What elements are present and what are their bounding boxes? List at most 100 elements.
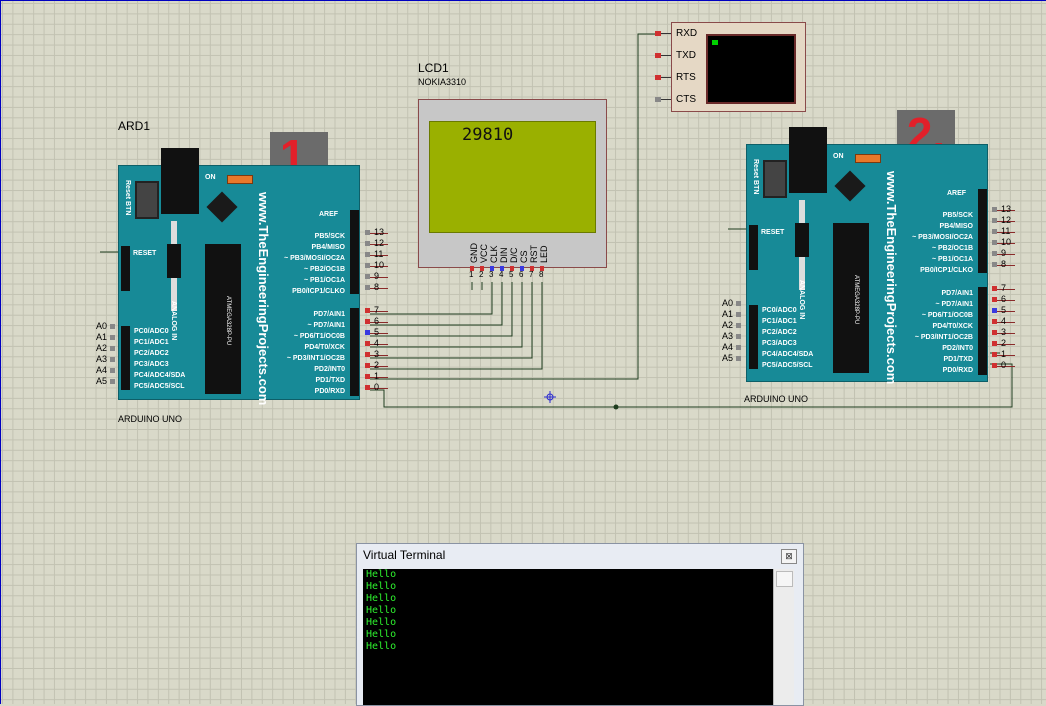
close-icon[interactable]: ⊠	[781, 549, 797, 564]
digital-pin-number: 1	[374, 371, 380, 381]
lcd-pin-number: 4	[499, 270, 504, 279]
board-url: www.TheEngineeringProjects.com	[884, 171, 899, 385]
analog-pin-label: PC0/ADC0	[134, 328, 169, 335]
digital-pin-number: 4	[374, 338, 380, 348]
pin-marker[interactable]	[736, 356, 741, 361]
pin-marker[interactable]	[736, 345, 741, 350]
digital-pin-label: ~ PD7/AIN1	[935, 301, 973, 308]
analog-pin-name: A5	[722, 353, 734, 363]
digital-pin-label: ~ PD6/T1/OC0B	[921, 312, 973, 319]
wire-clk	[370, 282, 493, 315]
terminal-scrollbar[interactable]	[773, 569, 794, 705]
ard1-ref: ARD1	[118, 119, 151, 133]
lcd-ref: LCD1	[418, 61, 449, 75]
digital-pin-label: PB4/MISO	[311, 244, 345, 251]
serial-pin-label: RXD	[676, 28, 698, 39]
analog-pin-name: A3	[722, 331, 734, 341]
usb-chip	[206, 191, 238, 223]
aref-label: AREF	[319, 211, 339, 218]
lcd-screen: 29810	[429, 121, 596, 233]
lcd-model: NOKIA3310	[418, 77, 467, 87]
lcd-component[interactable]: 29810 GND VCC CLK DIN D/C CS RST LED	[418, 99, 607, 268]
digital-pin-number: 0	[1001, 360, 1007, 370]
digital-pin-number: 9	[1001, 248, 1007, 258]
pin-marker[interactable]	[736, 323, 741, 328]
lcd-pin-label: VCC	[479, 243, 489, 263]
terminal-line: Hello	[366, 617, 397, 628]
diode	[795, 223, 809, 257]
digital-pin-label: ~ PD7/AIN1	[307, 322, 345, 329]
digital-header-bottom	[350, 308, 359, 396]
pin-marker[interactable]	[110, 357, 115, 362]
analog-pin-label: PC1/ADC1	[762, 318, 797, 325]
digital-pin-label: PB4/MISO	[939, 223, 973, 230]
digital-pin-number: 12	[374, 238, 385, 248]
analog-pin-name: A4	[722, 342, 734, 352]
analog-header	[749, 305, 758, 369]
digital-pin-number: 11	[374, 249, 384, 259]
on-label: ON	[833, 153, 844, 160]
pin-marker[interactable]	[110, 379, 115, 384]
analog-pin-label: PC5/ADC5/SCL	[134, 383, 185, 390]
digital-pin-number: 2	[1001, 338, 1007, 348]
digital-pin-label: PD1/TXD	[943, 356, 973, 363]
lcd-pin-label: D/C	[509, 247, 519, 264]
pin-marker[interactable]	[110, 335, 115, 340]
usb-chip	[834, 170, 866, 202]
reset-label: RESET	[133, 250, 157, 257]
analog-pin-name: A0	[96, 321, 108, 331]
digital-pin-label: ~ PB1/OC1A	[303, 277, 345, 284]
analog-pin-name: A2	[722, 320, 734, 330]
digital-pin-number: 4	[1001, 316, 1007, 326]
analog-pin-name: A1	[722, 309, 734, 319]
serial-pin-line	[661, 33, 671, 34]
power-jack	[161, 148, 199, 214]
analog-pin-label: PC4/ADC4/SDA	[762, 351, 814, 358]
reset-btn-label: Reset BTN	[124, 180, 131, 216]
chip-label: ATMEGA328P-PU	[225, 296, 231, 346]
lcd-pin-number: 5	[509, 270, 514, 279]
digital-pin-label: PD7/AIN1	[313, 311, 345, 318]
lcd-pin-label: CLK	[489, 245, 499, 263]
digital-pin-number: 13	[1001, 204, 1012, 214]
arduino-board-1[interactable]: Reset BTN ON ATMEGA328P-PU RESET PC0/ADC0 PC1…	[118, 148, 360, 405]
virtual-terminal-window[interactable]: Virtual Terminal ⊠ Hello Hello Hello Hello H…	[356, 543, 804, 706]
digital-pin-label: PB0/ICP1/CLKO	[920, 267, 973, 274]
terminal-output[interactable]: Hello Hello Hello Hello Hello Hello Hello	[363, 569, 773, 705]
ard1-type: ARDUINO UNO	[118, 414, 183, 424]
aref-label: AREF	[947, 190, 967, 197]
serial-pin-line	[661, 55, 671, 56]
digital-pin-label: PD2/INT0	[942, 345, 973, 352]
terminal-title: Virtual Terminal	[363, 548, 446, 562]
lcd-pin-number: 2	[479, 270, 484, 279]
serial-led-icon	[712, 40, 718, 45]
arduino-board-2[interactable]: Reset BTN ON ATMEGA328P-PU RESET PC0/ADC0 PC1…	[746, 127, 988, 385]
digital-pin-label: ~ PB2/OC1B	[931, 245, 973, 252]
scroll-up-icon[interactable]	[776, 571, 793, 587]
digital-pin-number: 3	[374, 349, 380, 359]
wire-junction	[613, 404, 619, 410]
analog-pin-label: PC2/ADC2	[762, 329, 797, 336]
lcd-pin-number: 1	[469, 270, 474, 279]
reset-button[interactable]	[763, 160, 787, 198]
pin-marker[interactable]	[736, 301, 741, 306]
pin-marker[interactable]	[736, 312, 741, 317]
analog-pin-label: PC3/ADC3	[762, 340, 797, 347]
pin-marker[interactable]	[110, 346, 115, 351]
digital-pin-number: 8	[1001, 259, 1007, 269]
digital-header-top	[350, 210, 359, 294]
serial-pin-line	[661, 77, 671, 78]
digital-pin-label: PD7/AIN1	[941, 290, 973, 297]
lcd-pin-label: DIN	[499, 247, 509, 264]
lcd-pin-label: LED	[539, 245, 549, 263]
pin-marker[interactable]	[736, 334, 741, 339]
digital-pin-label: PD0/RXD	[314, 388, 345, 395]
pin-marker[interactable]	[110, 368, 115, 373]
digital-pin-number: 6	[1001, 294, 1007, 304]
digital-pin-label: PD0/RXD	[942, 367, 973, 374]
reset-button[interactable]	[135, 181, 159, 219]
pin-marker[interactable]	[110, 324, 115, 329]
power-header	[749, 225, 758, 270]
serial-pin-label: RTS	[676, 72, 696, 83]
analog-in-label: ANALOG IN	[798, 280, 805, 320]
